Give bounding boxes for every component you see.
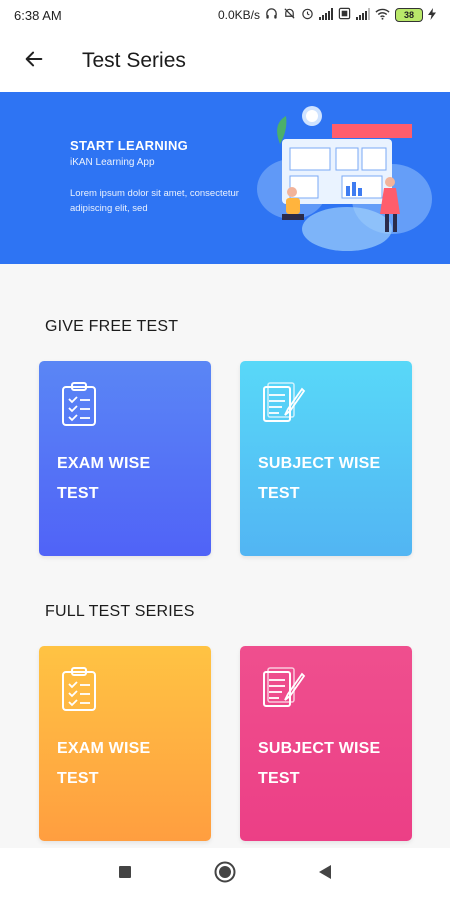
triangle-back-icon [318, 864, 332, 885]
card-label-line1: EXAM WISE [57, 740, 151, 757]
content: GIVE FREE TEST EXAM WISE TEST SUBJECT WI… [0, 264, 450, 848]
card-label-line2: TEST [258, 485, 300, 502]
banner-description: Lorem ipsum dolor sit amet, consectetur … [70, 188, 239, 214]
document-pen-icon [260, 381, 306, 427]
full-subject-wise-test-card[interactable]: SUBJECT WISE TEST [240, 646, 412, 841]
card-label: SUBJECT WISE TEST [258, 449, 398, 509]
alarm-icon [301, 7, 314, 23]
battery-icon: 38 [395, 8, 423, 22]
network-speed: 0.0KB/s [217, 8, 260, 22]
card-label-line1: SUBJECT WISE [258, 455, 381, 472]
signal-icon [319, 7, 333, 23]
hero-banner: START LEARNING iKAN Learning App Lorem i… [0, 92, 450, 264]
clipboard-checklist-icon [59, 666, 99, 712]
wifi-icon [375, 8, 390, 23]
section-title-full-test-series: FULL TEST SERIES [45, 603, 195, 620]
status-icons: 0.0KB/s 38 [218, 7, 436, 23]
arrow-left-icon [23, 48, 45, 75]
data-saver-icon [338, 7, 351, 23]
signal-icon-2 [356, 7, 370, 23]
status-bar: 6:38 AM 0.0KB/s 38 [0, 0, 450, 30]
headphones-icon [265, 7, 278, 23]
card-label-line1: SUBJECT WISE [258, 740, 381, 757]
banner-illustration [252, 104, 432, 254]
banner-title: START LEARNING [70, 138, 189, 153]
card-label-line2: TEST [57, 485, 99, 502]
free-exam-wise-test-card[interactable]: EXAM WISE TEST [39, 361, 211, 556]
app-bar: Test Series [0, 30, 450, 92]
document-pen-icon [260, 666, 306, 712]
nav-back-button[interactable] [310, 859, 340, 889]
card-label: EXAM WISE TEST [57, 734, 197, 794]
status-time: 6:38 AM [14, 7, 62, 23]
back-button[interactable] [14, 41, 54, 81]
recents-button[interactable] [110, 859, 140, 889]
page-title: Test Series [82, 49, 186, 72]
card-label-line1: EXAM WISE [57, 455, 151, 472]
circle-home-icon [214, 861, 236, 888]
card-label: SUBJECT WISE TEST [258, 734, 398, 794]
section-title-free-test: GIVE FREE TEST [45, 318, 179, 335]
clipboard-checklist-icon [59, 381, 99, 427]
home-button[interactable] [210, 859, 240, 889]
banner-text: START LEARNING iKAN Learning App Lorem i… [70, 138, 240, 216]
free-subject-wise-test-card[interactable]: SUBJECT WISE TEST [240, 361, 412, 556]
charging-icon [428, 7, 436, 23]
banner-subtitle: iKAN Learning App [70, 157, 155, 168]
card-label: EXAM WISE TEST [57, 449, 197, 509]
full-exam-wise-test-card[interactable]: EXAM WISE TEST [39, 646, 211, 841]
card-label-line2: TEST [258, 770, 300, 787]
card-label-line2: TEST [57, 770, 99, 787]
notifications-off-icon [283, 7, 296, 23]
system-nav-bar [0, 848, 450, 900]
square-recents-icon [118, 865, 132, 884]
